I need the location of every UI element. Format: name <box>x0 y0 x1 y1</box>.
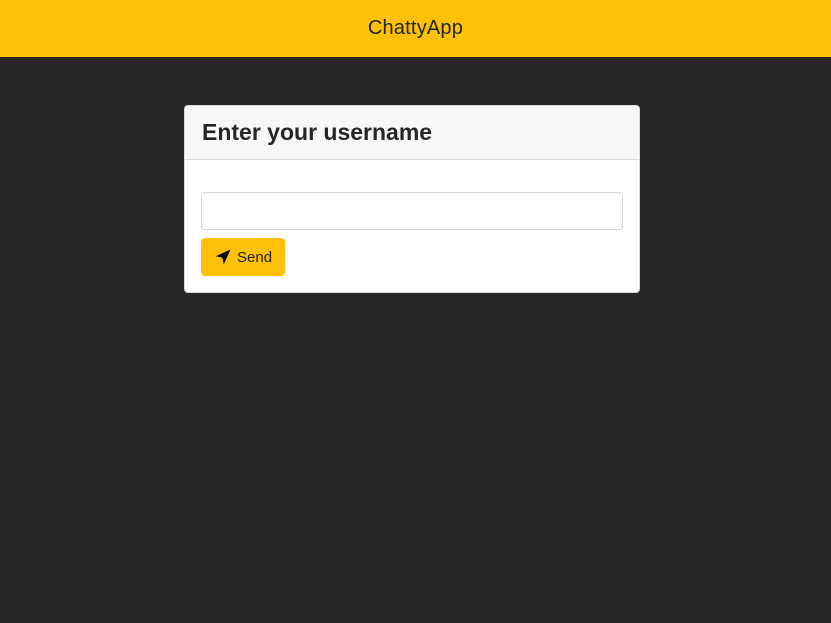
paper-plane-icon <box>214 248 232 266</box>
username-input[interactable] <box>201 192 623 230</box>
send-button-label: Send <box>237 248 273 266</box>
send-button[interactable]: Send <box>201 238 286 276</box>
top-navbar: ChattyApp <box>0 0 831 57</box>
card-title: Enter your username <box>202 119 433 145</box>
card-header: Enter your username <box>185 106 639 160</box>
app-title: ChattyApp <box>367 17 464 39</box>
card-body: Send <box>185 160 639 276</box>
username-card: Enter your username Send <box>184 105 640 293</box>
